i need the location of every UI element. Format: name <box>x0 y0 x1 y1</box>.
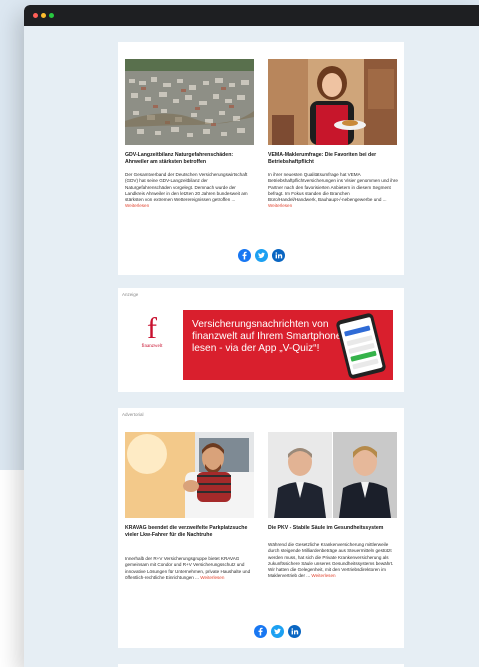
article-title[interactable]: GDV-Langzeitbilanz Naturgefahrenschäden:… <box>125 152 254 166</box>
article-teaser: Während die Gesetzliche Krankenversicher… <box>268 542 399 580</box>
facebook-icon[interactable] <box>238 249 251 262</box>
advertorial-card: Advertorial KRAVAG beendet die verzweife… <box>118 408 404 648</box>
logo-letter: f <box>147 312 157 345</box>
article-title[interactable]: Die PKV - Stabile Säule im Gesundheitssy… <box>268 525 400 532</box>
article-teaser: In ihrer neuesten Qualitätsumfrage hat V… <box>268 172 399 210</box>
smartphone-screen <box>339 316 383 376</box>
twitter-icon[interactable] <box>255 249 268 262</box>
article-teaser-text: Innerhalb der R+V Versicherungsgruppe bi… <box>125 556 251 580</box>
article-teaser-text: In ihrer neuesten Qualitätsumfrage hat V… <box>268 172 398 203</box>
window-titlebar <box>24 5 479 26</box>
news-card-top: GDV-Langzeitbilanz Naturgefahrenschäden:… <box>118 42 404 275</box>
maximize-window-dot[interactable] <box>49 13 54 18</box>
smartphone-illustration <box>335 312 387 380</box>
linkedin-icon[interactable] <box>272 249 285 262</box>
ad-label: Anzeige <box>122 292 139 297</box>
logo-name: finanzwelt <box>141 344 163 349</box>
article-teaser: Der Gesamtverband der Deutschen Versiche… <box>125 172 255 210</box>
read-more-link[interactable]: Weiterlesen <box>268 203 292 208</box>
facebook-icon[interactable] <box>254 625 267 638</box>
waitress-image[interactable] <box>268 59 397 145</box>
twitter-icon[interactable] <box>271 625 284 638</box>
app-bar <box>344 325 371 337</box>
read-more-link[interactable]: Weiterlesen <box>311 573 335 578</box>
linkedin-icon[interactable] <box>288 625 301 638</box>
advertorial-label: Advertorial <box>122 412 144 417</box>
advertisement-card: Anzeige f finanzwelt Versicherungsnachri… <box>118 288 404 392</box>
email-preview-window: GDV-Langzeitbilanz Naturgefahrenschäden:… <box>24 5 479 667</box>
vquiz-app-banner[interactable]: Versicherungsnachrichten von finanzwelt … <box>183 310 393 380</box>
article-title[interactable]: VEMA-Maklerumfrage: Die Favoriten bei de… <box>268 152 400 166</box>
truck-driver-image[interactable] <box>125 432 254 518</box>
article-title[interactable]: KRAVAG beendet die verzweifelte Parkplat… <box>125 525 253 539</box>
flood-aerial-image[interactable] <box>125 59 254 145</box>
article-teaser: Innerhalb der R+V Versicherungsgruppe bi… <box>125 556 256 581</box>
read-more-link[interactable]: Weiterlesen <box>125 203 149 208</box>
finanzwelt-logo[interactable]: f finanzwelt <box>126 314 178 374</box>
read-more-link[interactable]: Weiterlesen <box>200 575 224 580</box>
ad-headline: Versicherungsnachrichten von finanzwelt … <box>192 319 342 354</box>
close-window-dot[interactable] <box>33 13 38 18</box>
pkv-directors-image[interactable] <box>268 432 397 518</box>
article-teaser-text: Der Gesamtverband der Deutschen Versiche… <box>125 172 248 203</box>
minimize-window-dot[interactable] <box>41 13 46 18</box>
